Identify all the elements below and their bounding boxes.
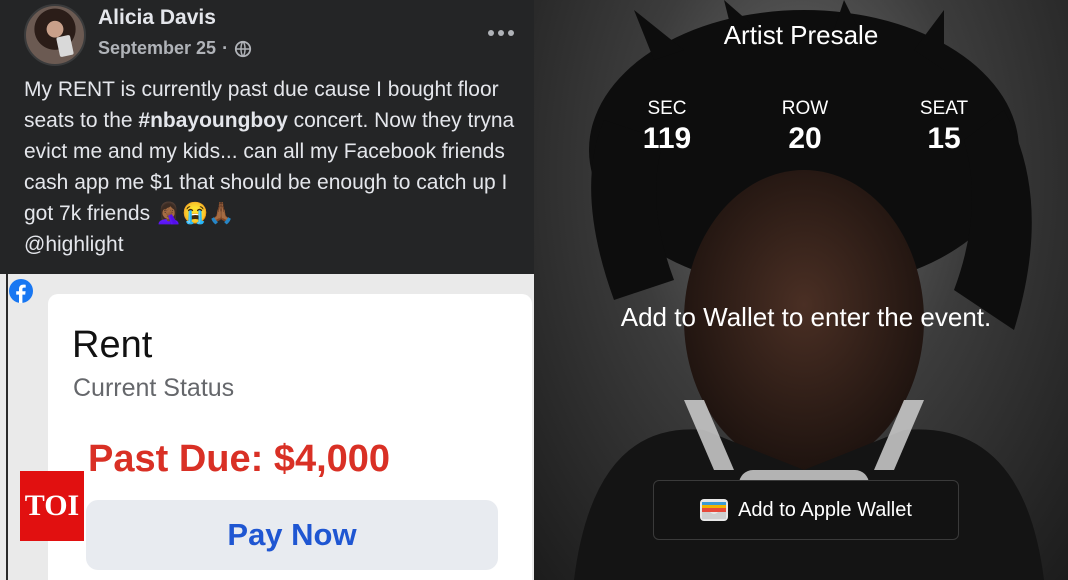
wallet-button-label: Add to Apple Wallet: [738, 498, 912, 521]
pay-now-button[interactable]: Pay Now: [86, 500, 498, 570]
seat-label: SEAT: [919, 98, 969, 119]
toi-logo: TOI: [20, 471, 84, 541]
post-body: My RENT is currently past due cause I bo…: [24, 74, 529, 260]
past-due-amount: Past Due: $4,000: [88, 438, 391, 480]
seat-info-row: ROW 20: [745, 98, 865, 156]
hashtag-link[interactable]: #nbayoungboy: [138, 109, 287, 132]
panel-divider: [6, 274, 8, 580]
facebook-icon: [9, 279, 33, 303]
more-options-icon[interactable]: [486, 18, 516, 48]
post-date[interactable]: September 25: [98, 38, 216, 59]
post-meta: September 25 ·: [98, 38, 252, 59]
section-label: SEC: [647, 98, 687, 119]
row-label: ROW: [781, 98, 829, 119]
section-value: 119: [642, 122, 692, 155]
facebook-post: Alicia Davis September 25 · My RENT is c…: [0, 0, 534, 274]
globe-icon: [234, 40, 252, 57]
rent-title: Rent: [72, 324, 153, 366]
seat-info-seat: SEAT 15: [884, 98, 1004, 156]
seat-value: 15: [927, 122, 961, 155]
rent-status-label: Current Status: [73, 374, 235, 402]
seat-info-section: SEC 119: [607, 98, 727, 156]
wallet-instruction: Add to Wallet to enter the event.: [620, 302, 992, 332]
ticket-title: Artist Presale: [723, 20, 879, 50]
add-to-apple-wallet-button[interactable]: Add to Apple Wallet: [653, 480, 959, 540]
apple-wallet-icon: [700, 499, 729, 521]
row-value: 20: [788, 122, 822, 155]
avatar[interactable]: [24, 4, 86, 66]
meta-separator: ·: [222, 38, 229, 58]
wallet-ticket: Artist Presale SEC 119 ROW 20 SEAT 15 Ad…: [534, 0, 1068, 580]
author-name[interactable]: Alicia Davis: [98, 6, 216, 30]
